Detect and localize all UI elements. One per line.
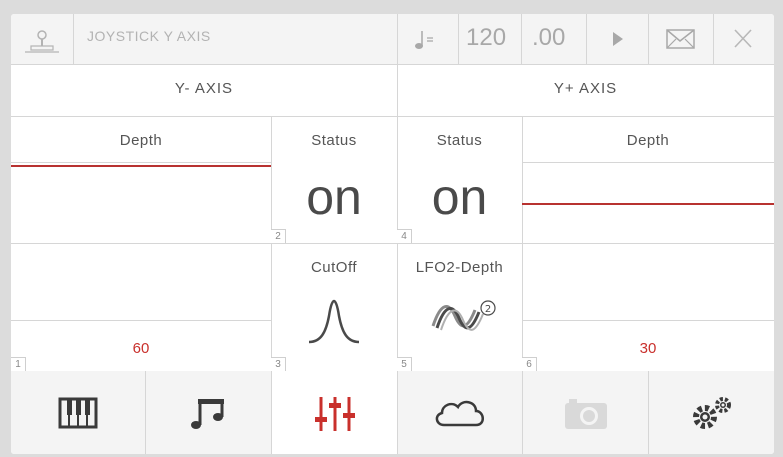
y-minus-axis-label: Y- AXIS <box>174 80 234 97</box>
tempo-value: 120 <box>466 24 507 51</box>
tab-music[interactable] <box>145 371 271 454</box>
cloud-icon <box>435 400 484 426</box>
cell-number: 4 <box>397 229 412 243</box>
tab-mixer[interactable] <box>272 371 397 454</box>
tab-keyboard[interactable] <box>11 371 145 454</box>
tempo-decimal-field[interactable]: .00 <box>521 14 586 64</box>
divider <box>458 14 459 64</box>
cell-number: 3 <box>271 357 286 371</box>
cell-number: 5 <box>397 357 412 371</box>
right-depth-label: Depth <box>626 132 670 149</box>
left-status-label: Status <box>311 132 357 149</box>
divider <box>713 14 714 64</box>
piano-icon <box>58 397 98 428</box>
tempo-decimal: .00 <box>532 24 566 51</box>
lfo2-depth-label: LFO2-Depth <box>415 259 504 276</box>
divider <box>11 64 774 65</box>
right-depth-slider[interactable] <box>522 116 774 371</box>
right-depth-level <box>522 203 774 205</box>
left-depth-slider[interactable] <box>11 116 271 371</box>
cutoff-label: CutOff <box>310 259 358 276</box>
mixer-sliders-icon <box>314 396 355 431</box>
y-plus-axis-label: Y+ AXIS <box>553 80 618 97</box>
cell-number: 1 <box>11 357 26 371</box>
metronome-icon <box>415 31 433 49</box>
left-status-value: on <box>306 169 362 225</box>
tab-cloud[interactable] <box>398 371 522 454</box>
right-depth-value: 30 <box>639 340 657 357</box>
camera-icon <box>564 398 607 429</box>
tab-settings[interactable] <box>649 371 774 454</box>
cell-number: 6 <box>522 357 537 371</box>
divider <box>73 14 74 64</box>
mail-icon <box>666 29 695 49</box>
mail-button[interactable] <box>648 14 713 64</box>
music-note-icon <box>191 398 224 429</box>
close-button[interactable] <box>713 14 774 64</box>
left-depth-label: Depth <box>119 132 163 149</box>
tempo-field[interactable]: 120 <box>458 14 521 64</box>
lfo2-wave-icon: 2 <box>431 300 496 331</box>
left-depth-value: 60 <box>132 340 150 357</box>
gears-icon <box>692 396 731 429</box>
cell-number: 2 <box>271 229 286 243</box>
left-depth-level <box>11 165 271 167</box>
divider <box>521 14 522 64</box>
joystick-icon <box>25 30 59 53</box>
play-icon <box>613 32 623 46</box>
divider <box>648 14 649 64</box>
joystick-button[interactable] <box>11 14 73 64</box>
svg-text:2: 2 <box>485 304 491 315</box>
play-button[interactable] <box>586 14 648 64</box>
tab-camera[interactable] <box>523 371 648 454</box>
divider <box>586 14 587 64</box>
right-status-value: on <box>431 169 488 225</box>
page-title: JOYSTICK Y AXIS <box>87 28 211 44</box>
close-icon <box>734 29 752 48</box>
cutoff-curve-icon <box>308 299 360 344</box>
metronome-button[interactable] <box>398 14 458 64</box>
joystick-screen: JOYSTICK Y AXIS 120 .00 Y- AXIS Y+ AXIS … <box>11 14 774 454</box>
right-status-label: Status <box>436 132 483 149</box>
